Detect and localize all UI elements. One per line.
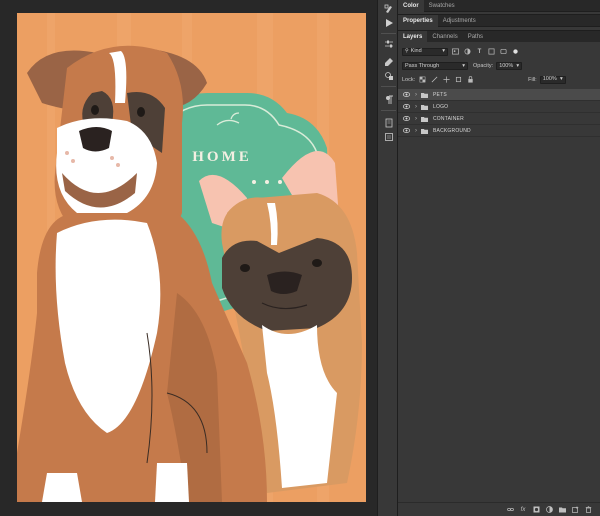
paragraph-icon[interactable] xyxy=(382,94,395,106)
adjustment-filter-icon[interactable] xyxy=(463,47,472,56)
sign-text: HOME xyxy=(192,149,252,165)
lock-position-icon[interactable] xyxy=(442,75,451,84)
artboard-icon[interactable] xyxy=(382,131,395,143)
chevron-right-icon[interactable]: › xyxy=(412,92,420,98)
new-group-icon[interactable] xyxy=(558,506,566,514)
filter-toggle-icon[interactable] xyxy=(511,47,520,56)
tab-adjustments[interactable]: Adjustments xyxy=(438,15,481,27)
image-filter-icon[interactable] xyxy=(451,47,460,56)
eye-icon[interactable] xyxy=(400,92,412,97)
clone-source-icon[interactable] xyxy=(382,70,395,82)
strip-divider xyxy=(381,110,396,111)
kind-filter-value: Kind xyxy=(410,48,422,54)
folder-icon xyxy=(420,104,429,110)
color-panel-tabs: Color Swatches xyxy=(398,0,600,12)
canvas-area[interactable]: HOME xyxy=(0,0,377,516)
layer-mask-icon[interactable] xyxy=(532,506,540,514)
opacity-field[interactable]: 100% ▾ xyxy=(496,62,523,70)
type-filter-icon[interactable]: T xyxy=(475,47,484,56)
tab-color[interactable]: Color xyxy=(398,0,424,12)
folder-icon xyxy=(420,128,429,134)
chevron-down-icon: ▾ xyxy=(462,62,465,69)
strip-divider xyxy=(381,33,396,34)
lock-label: Lock: xyxy=(402,76,416,83)
libraries-icon[interactable] xyxy=(382,117,395,129)
history-brush-icon[interactable] xyxy=(382,3,395,15)
shape-filter-icon[interactable] xyxy=(487,47,496,56)
chevron-right-icon[interactable]: › xyxy=(412,104,420,110)
layer-row-logo[interactable]: › LOGO xyxy=(398,101,600,113)
blend-mode-value: Pass Through xyxy=(405,62,440,69)
artwork-illustration: HOME xyxy=(17,13,366,502)
chevron-down-icon: ▾ xyxy=(516,62,520,69)
eye-icon[interactable] xyxy=(400,104,412,109)
blend-opacity-row: Pass Through ▾ Opacity: 100% ▾ xyxy=(402,62,596,70)
fx-button[interactable]: fx xyxy=(519,506,527,514)
folder-icon xyxy=(420,92,429,98)
strip-divider xyxy=(381,86,396,87)
eye-icon[interactable] xyxy=(400,128,412,133)
trash-icon[interactable] xyxy=(584,506,592,514)
layer-name: LOGO xyxy=(433,103,449,110)
chevron-right-icon[interactable]: › xyxy=(412,128,420,134)
adjustment-layer-icon[interactable] xyxy=(545,506,553,514)
adjust-sliders-icon[interactable] xyxy=(382,38,395,50)
opacity-label: Opacity: xyxy=(473,63,494,69)
fill-value: 100% xyxy=(542,76,557,82)
tab-properties[interactable]: Properties xyxy=(398,15,438,27)
panel-dock: Color Swatches Properties Adjustments La… xyxy=(398,0,600,516)
photoshop-window: HOME Color Swatches Properties Adjustmen… xyxy=(0,0,600,516)
layer-filter-row: ⚲ Kind ▾ T xyxy=(402,47,596,56)
brush-settings-icon[interactable] xyxy=(382,56,395,68)
chevron-down-icon: ▾ xyxy=(559,76,563,82)
eye-icon[interactable] xyxy=(400,116,412,121)
properties-panel-tabs: Properties Adjustments xyxy=(398,15,600,27)
blend-mode-dropdown[interactable]: Pass Through ▾ xyxy=(402,62,468,70)
layer-name: CONTAINER xyxy=(433,115,464,122)
lock-artboard-icon[interactable] xyxy=(454,75,463,84)
layer-row-pets[interactable]: › PETS xyxy=(398,89,600,101)
search-icon: ⚲ xyxy=(405,48,409,54)
fill-label: Fill: xyxy=(528,76,537,83)
play-actions-icon[interactable] xyxy=(382,17,395,29)
kind-filter-dropdown[interactable]: ⚲ Kind ▾ xyxy=(402,47,448,56)
layers-panel: ⚲Kind ▾ T Pass Through ▾ Opacity: 100% xyxy=(398,42,600,516)
layer-row-container[interactable]: › CONTAINER xyxy=(398,113,600,125)
folder-icon xyxy=(420,116,429,122)
layer-name: PETS xyxy=(433,91,447,98)
layer-name: BACKGROUND xyxy=(433,127,471,134)
chevron-right-icon[interactable]: › xyxy=(412,116,420,122)
tab-swatches[interactable]: Swatches xyxy=(424,0,460,12)
layers-bottom-bar: fx xyxy=(398,502,600,516)
new-layer-icon[interactable] xyxy=(571,506,579,514)
document-canvas[interactable]: HOME xyxy=(17,13,366,502)
lock-all-icon[interactable] xyxy=(466,75,475,84)
layer-row-background[interactable]: › BACKGROUND xyxy=(398,125,600,137)
link-layers-icon[interactable] xyxy=(506,506,514,514)
panel-icon-strip xyxy=(377,0,398,516)
opacity-value: 100% xyxy=(499,62,514,69)
smart-object-filter-icon[interactable] xyxy=(499,47,508,56)
fill-field[interactable]: 100% ▾ xyxy=(539,75,566,84)
lock-transparent-icon[interactable] xyxy=(418,75,427,84)
lock-pixels-icon[interactable] xyxy=(430,75,439,84)
chevron-down-icon: ▾ xyxy=(442,48,445,54)
lock-fill-row: Lock: Fill: 100% ▾ xyxy=(402,75,596,84)
